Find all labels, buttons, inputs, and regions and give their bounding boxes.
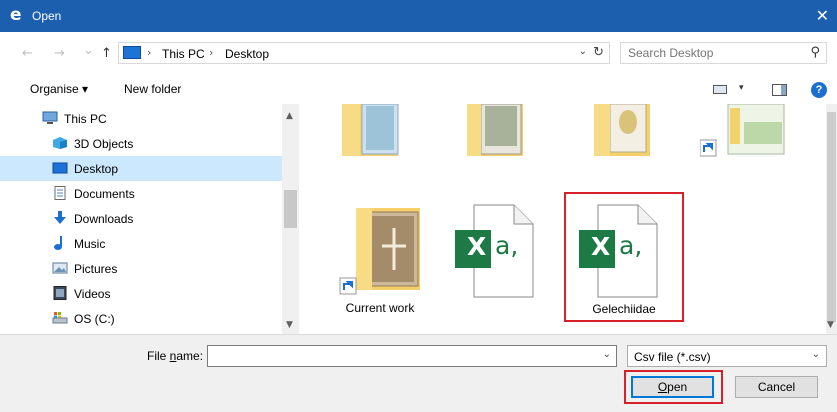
sidebar-item-label: This PC: [64, 112, 107, 126]
preview-pane-icon[interactable]: [772, 84, 787, 96]
breadcrumb-this-pc[interactable]: This PC: [162, 47, 205, 61]
csv-suffix-label: a,: [495, 231, 519, 260]
sidebar-item-label: Documents: [74, 187, 135, 201]
file-name-input[interactable]: [211, 349, 591, 363]
help-icon[interactable]: ?: [811, 82, 827, 98]
file-item-folder[interactable]: [465, 104, 527, 163]
ie-logo-icon: e: [10, 5, 22, 25]
close-icon[interactable]: ✕: [816, 6, 829, 25]
sidebar-item-label: 3D Objects: [74, 137, 134, 151]
sidebar-item-downloads[interactable]: Downloads: [0, 206, 282, 231]
computer-icon: [123, 46, 141, 59]
desktop-icon: [52, 162, 68, 174]
folder-shortcut-icon: [339, 208, 420, 295]
breadcrumb-separator: ›: [147, 46, 152, 59]
back-arrow-icon[interactable]: ←: [22, 46, 33, 61]
chevron-down-icon[interactable]: ▾: [739, 83, 744, 93]
sidebar-item-3d-objects[interactable]: 3D Objects: [0, 131, 282, 156]
excel-x-letter: X: [467, 232, 487, 261]
file-type-select[interactable]: Csv file (*.csv) ⌄: [627, 345, 827, 367]
file-name: Current work: [345, 301, 415, 315]
download-icon: [54, 211, 66, 224]
view-options-icon[interactable]: [713, 85, 727, 94]
window-title: Open: [32, 9, 62, 23]
file-name-label: File name:: [147, 349, 204, 363]
sidebar-item-label: Desktop: [74, 162, 119, 176]
sidebar-item-os-c[interactable]: OS (C:): [0, 306, 282, 331]
search-input[interactable]: [628, 46, 798, 60]
cube-icon: [53, 137, 67, 149]
sidebar-item-videos[interactable]: Videos: [0, 281, 282, 306]
sidebar-item-pictures[interactable]: Pictures: [0, 256, 282, 281]
organise-label: Organise: [30, 82, 79, 96]
sidebar-item-documents[interactable]: Documents: [0, 181, 282, 206]
address-bar[interactable]: › This PC › Desktop ⌄ ↻: [118, 42, 610, 64]
folder-icon: [467, 104, 523, 156]
drive-icon: [52, 312, 68, 324]
highlight-box-open: [624, 370, 723, 404]
folder-icon: [342, 104, 399, 156]
video-icon: [53, 286, 67, 300]
refresh-icon[interactable]: ↻: [593, 45, 604, 60]
address-dropdown-icon[interactable]: ⌄: [579, 46, 587, 57]
breadcrumb-separator: ›: [209, 46, 214, 59]
music-icon: [54, 236, 62, 250]
file-item-csv[interactable]: X a,: [440, 204, 560, 324]
excel-csv-icon: [455, 204, 534, 298]
highlight-box-gelechiidae: [564, 192, 684, 322]
file-list-scrollbar-thumb[interactable]: [827, 112, 836, 322]
sidebar-item-label: Music: [74, 237, 106, 251]
chevron-down-icon: ⌄: [811, 349, 820, 360]
file-item-folder[interactable]: [592, 104, 654, 163]
sidebar-item-music[interactable]: Music: [0, 231, 282, 256]
cancel-button[interactable]: Cancel: [735, 376, 818, 398]
file-item-shortcut[interactable]: [699, 104, 786, 163]
scroll-up-icon[interactable]: ▲: [286, 111, 293, 121]
command-bar: Organise ▾ New folder ▾ ?: [0, 76, 837, 104]
address-row: ← → ⌄ ↑ › This PC › Desktop ⌄ ↻ ⚲: [0, 32, 837, 76]
file-name-combobox[interactable]: ⌄: [207, 345, 617, 367]
up-arrow-icon[interactable]: ↑: [101, 46, 112, 61]
scroll-down-icon[interactable]: ▼: [286, 320, 293, 330]
chevron-down-icon[interactable]: ⌄: [603, 349, 611, 360]
navigation-pane: This PC 3D Objects Desktop Documents Dow…: [0, 104, 300, 334]
sidebar-item-desktop[interactable]: Desktop: [0, 156, 282, 181]
file-item-folder[interactable]: [340, 104, 402, 163]
breadcrumb-desktop[interactable]: Desktop: [225, 47, 269, 61]
folder-icon: [594, 104, 650, 156]
search-icon[interactable]: ⚲: [810, 45, 820, 60]
new-folder-button[interactable]: New folder: [124, 82, 181, 96]
file-type-value: Csv file (*.csv): [634, 350, 711, 364]
search-box[interactable]: ⚲: [620, 42, 827, 64]
sidebar-scrollbar-thumb[interactable]: [284, 190, 297, 228]
sidebar-item-label: Downloads: [74, 212, 134, 226]
document-icon: [54, 186, 66, 200]
sidebar-item-this-pc[interactable]: This PC: [0, 106, 282, 131]
title-bar: e Open ✕: [0, 0, 837, 32]
file-item-current-work[interactable]: Current work: [320, 204, 440, 324]
sidebar-item-label: Videos: [74, 287, 111, 301]
shortcut-icon: [699, 104, 785, 157]
pictures-icon: [52, 262, 68, 274]
forward-arrow-icon[interactable]: →: [54, 46, 65, 61]
recent-locations-icon[interactable]: ⌄: [83, 43, 94, 58]
organise-button[interactable]: Organise ▾: [30, 82, 88, 96]
chevron-down-icon: ▾: [82, 82, 89, 96]
scroll-down-icon[interactable]: ▼: [827, 320, 834, 330]
sidebar-item-label: Pictures: [74, 262, 118, 276]
computer-icon: [42, 111, 58, 124]
sidebar-item-label: OS (C:): [74, 312, 115, 326]
